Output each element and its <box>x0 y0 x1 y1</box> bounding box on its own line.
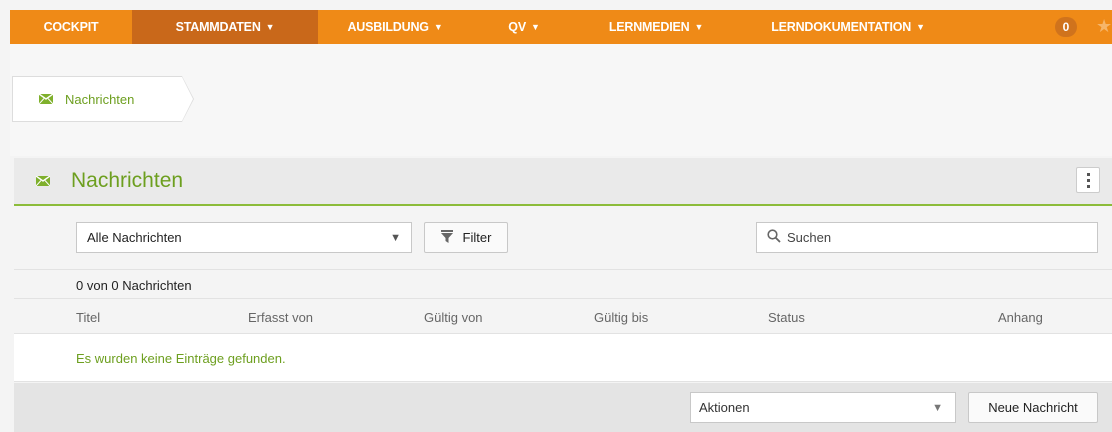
main-nav: COCKPIT STAMMDATEN ▼ AUSBILDUNG ▼ QV ▼ L… <box>10 10 1112 44</box>
nav-item-label: AUSBILDUNG <box>347 20 429 34</box>
caret-down-icon: ▼ <box>530 22 540 32</box>
nav-item-label: COCKPIT <box>43 20 99 34</box>
column-header-gueltig-von[interactable]: Gültig von <box>424 310 483 325</box>
message-type-select[interactable]: Alle Nachrichten ▼ <box>76 222 412 253</box>
nav-item-qv[interactable]: QV ▼ <box>472 10 576 44</box>
search-input[interactable]: Suchen <box>756 222 1098 253</box>
search-placeholder: Suchen <box>787 230 832 245</box>
breadcrumb: Nachrichten <box>10 44 1112 156</box>
result-count: 0 von 0 Nachrichten <box>76 278 192 293</box>
actions-select[interactable]: Aktionen ▼ <box>690 392 956 423</box>
nav-item-label: QV <box>508 20 526 34</box>
kebab-dot <box>1086 184 1090 188</box>
notification-badge[interactable]: 0 <box>1055 17 1077 37</box>
nav-item-cockpit[interactable]: COCKPIT <box>10 10 132 44</box>
envelope-icon <box>36 176 50 186</box>
envelope-icon <box>39 94 53 104</box>
nav-item-label: LERNDOKUMENTATION <box>771 20 912 34</box>
column-header-status[interactable]: Status <box>768 310 805 325</box>
more-options-button[interactable] <box>1076 167 1100 193</box>
dropdown-arrow-icon: ▼ <box>932 402 943 414</box>
column-header-gueltig-bis[interactable]: Gültig bis <box>594 310 648 325</box>
nav-item-label: STAMMDATEN <box>175 20 261 34</box>
nav-item-lernmedien[interactable]: LERNMEDIEN ▼ <box>576 10 736 44</box>
list-footer: Aktionen ▼ Neue Nachricht <box>14 383 1112 432</box>
breadcrumb-item-nachrichten[interactable]: Nachrichten <box>12 76 194 122</box>
dropdown-arrow-icon: ▼ <box>390 232 401 244</box>
caret-down-icon: ▼ <box>694 22 704 32</box>
nav-item-lerndokumentation[interactable]: LERNDOKUMENTATION ▼ <box>736 10 960 44</box>
nav-item-stammdaten[interactable]: STAMMDATEN ▼ <box>132 10 318 44</box>
nav-item-ausbildung[interactable]: AUSBILDUNG ▼ <box>318 10 472 44</box>
caret-down-icon: ▼ <box>265 22 275 32</box>
caret-down-icon: ▼ <box>433 22 443 32</box>
funnel-icon <box>440 229 453 246</box>
result-count-row: 0 von 0 Nachrichten <box>14 269 1112 299</box>
column-header-erfasst-von[interactable]: Erfasst von <box>248 310 313 325</box>
caret-down-icon: ▼ <box>916 22 925 32</box>
table-header: Titel Erfasst von Gültig von Gültig bis … <box>14 300 1112 334</box>
column-header-titel[interactable]: Titel <box>76 310 100 325</box>
page-title: Nachrichten <box>71 169 184 192</box>
actions-select-value: Aktionen <box>699 400 750 415</box>
breadcrumb-label: Nachrichten <box>65 91 135 107</box>
kebab-dot <box>1086 178 1090 182</box>
select-value: Alle Nachrichten <box>87 230 182 245</box>
filter-button[interactable]: Filter <box>424 222 508 253</box>
empty-state-message: Es wurden keine Einträge gefunden. <box>76 351 286 366</box>
empty-state-row: Es wurden keine Einträge gefunden. <box>14 334 1112 382</box>
star-icon[interactable]: ★ <box>1096 16 1112 37</box>
column-header-anhang[interactable]: Anhang <box>998 310 1043 325</box>
panel-header: Nachrichten <box>14 158 1112 206</box>
list-toolbar: Alle Nachrichten ▼ Filter Suchen <box>14 207 1112 269</box>
nav-item-label: LERNMEDIEN <box>608 20 690 34</box>
filter-button-label: Filter <box>462 230 492 245</box>
kebab-dot <box>1086 172 1090 176</box>
new-message-button[interactable]: Neue Nachricht <box>968 392 1098 423</box>
search-icon <box>767 229 781 246</box>
